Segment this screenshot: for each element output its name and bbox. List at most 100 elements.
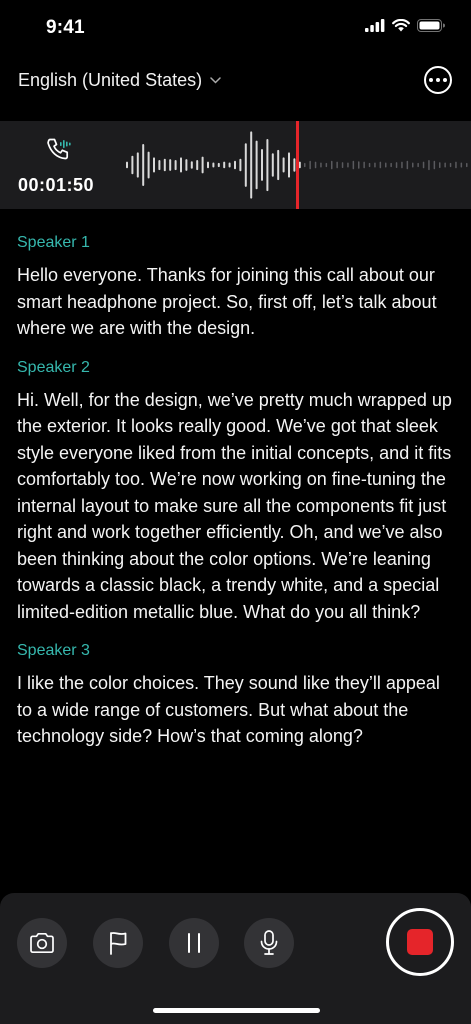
waveform-bar-upcoming [347, 162, 349, 168]
waveform-bar-upcoming [314, 161, 317, 169]
speaker-label: Speaker 3 [17, 642, 90, 659]
waveform-bar-upcoming [352, 160, 355, 170]
waveform-bar-played [277, 149, 280, 181]
phone-recording-icon [47, 138, 71, 160]
waveform-bar-upcoming [428, 160, 430, 171]
language-selector[interactable]: English (United States) [18, 70, 221, 91]
speaker-label: Speaker 2 [17, 358, 90, 376]
waveform-bar-upcoming [412, 162, 414, 168]
chevron-down-icon [210, 77, 221, 84]
waveform-bar-upcoming [379, 161, 382, 169]
waveform[interactable] [118, 121, 471, 209]
transcript: Speaker 1 Hello everyone. Thanks for join… [17, 232, 455, 765]
waveform-bar-upcoming [401, 161, 403, 169]
waveform-bar-played [131, 155, 134, 175]
waveform-bar-played [255, 140, 258, 190]
dot [429, 78, 433, 82]
waveform-bar-upcoming [466, 162, 468, 168]
transcript-segment[interactable]: Speaker 2 Hi. Well, for the design, we’ve… [17, 357, 455, 626]
waveform-bar-played [234, 160, 236, 170]
waveform-bar-upcoming [341, 162, 344, 168]
transcript-segment[interactable]: Speaker 1 Hello everyone. Thanks for join… [17, 232, 455, 342]
waveform-bar-upcoming [368, 162, 371, 168]
camera-button[interactable] [17, 918, 67, 968]
waveform-bar-upcoming [449, 162, 452, 168]
microphone-button[interactable] [244, 918, 294, 968]
home-indicator[interactable] [153, 1008, 320, 1013]
waveform-bar-upcoming [331, 160, 333, 170]
waveform-bar-played [158, 160, 161, 171]
transcript-segment[interactable]: Speaker 3 I like the color choices. They … [17, 640, 455, 750]
status-icons [365, 19, 445, 32]
dot [436, 78, 440, 82]
bottom-control-bar [0, 893, 471, 1024]
waveform-bar-upcoming [406, 160, 409, 170]
waveform-bar-upcoming [460, 162, 463, 168]
waveform-bar-played [153, 157, 155, 173]
waveform-bar-played [136, 152, 139, 178]
waveform-bar-played [271, 153, 274, 177]
waveform-bar-upcoming [439, 162, 441, 168]
waveform-bar-played [261, 149, 263, 181]
waveform-bar-played [163, 158, 166, 172]
waveform-bar-played [142, 144, 145, 186]
waveform-bar-played [282, 157, 285, 173]
waveform-bar-played [288, 152, 290, 178]
waveform-bar-upcoming [363, 161, 365, 169]
waveform-bar-upcoming [385, 162, 387, 168]
transcript-text: Hello everyone. Thanks for joining this … [17, 265, 437, 338]
waveform-bar-upcoming [309, 160, 311, 170]
header: English (United States) [0, 62, 471, 102]
waveform-bar-played [147, 151, 150, 179]
flag-button[interactable] [93, 918, 143, 968]
waveform-bar-played [169, 159, 172, 171]
waveform-bar-played [266, 139, 269, 192]
waveform-bar-played [228, 162, 231, 168]
waveform-bar-upcoming [304, 162, 306, 168]
pause-button[interactable] [169, 918, 219, 968]
waveform-bar-upcoming [455, 161, 457, 169]
cellular-signal-icon [365, 19, 385, 32]
waveform-bar-played [250, 131, 253, 199]
waveform-bar-upcoming [320, 162, 322, 168]
waveform-bar-played [185, 159, 188, 171]
waveform-bar-played [239, 158, 242, 172]
waveform-bar-played [196, 160, 199, 171]
waveform-bar-played [174, 160, 177, 171]
waveform-bar-played [126, 161, 128, 169]
waveform-bar-played [212, 162, 215, 168]
language-label: English (United States) [18, 70, 203, 90]
waveform-bar-played [217, 162, 220, 168]
transcript-text: I like the color choices. They sound lik… [17, 673, 440, 746]
waveform-bar-played [298, 161, 301, 169]
waveform-bar-played [223, 161, 226, 169]
microphone-icon [260, 930, 278, 955]
stop-recording-button[interactable] [386, 908, 454, 976]
waveform-bar-upcoming [422, 161, 425, 169]
waveform-bar-upcoming [336, 161, 338, 169]
waveform-bar-played [207, 161, 209, 169]
waveform-bar-upcoming [325, 162, 328, 168]
more-options-button[interactable] [424, 66, 452, 94]
waveform-bar-upcoming [417, 162, 419, 168]
status-time: 9:41 [46, 17, 85, 38]
speaker-label: Speaker 1 [17, 234, 90, 251]
waveform-bar-played [190, 161, 193, 169]
waveform-bar-upcoming [433, 160, 436, 170]
waveform-bar-upcoming [395, 162, 398, 168]
playhead[interactable] [296, 121, 299, 209]
dot [443, 78, 447, 82]
recording-timer: 00:01:50 [18, 175, 95, 195]
transcript-text: Hi. Well, for the design, we’ve pretty m… [17, 389, 452, 622]
pause-icon [188, 933, 200, 953]
waveform-panel: 00:01:50 [0, 121, 471, 209]
waveform-bar-played [244, 143, 247, 187]
camera-icon [30, 932, 54, 954]
status-bar: 9:41 [0, 0, 471, 56]
battery-icon [417, 19, 445, 32]
waveform-bar-upcoming [390, 162, 392, 168]
waveform-bar-upcoming [374, 162, 376, 168]
waveform-bar-played [180, 157, 182, 173]
waveform-bar-played [201, 156, 204, 174]
waveform-bar-upcoming [358, 161, 360, 169]
